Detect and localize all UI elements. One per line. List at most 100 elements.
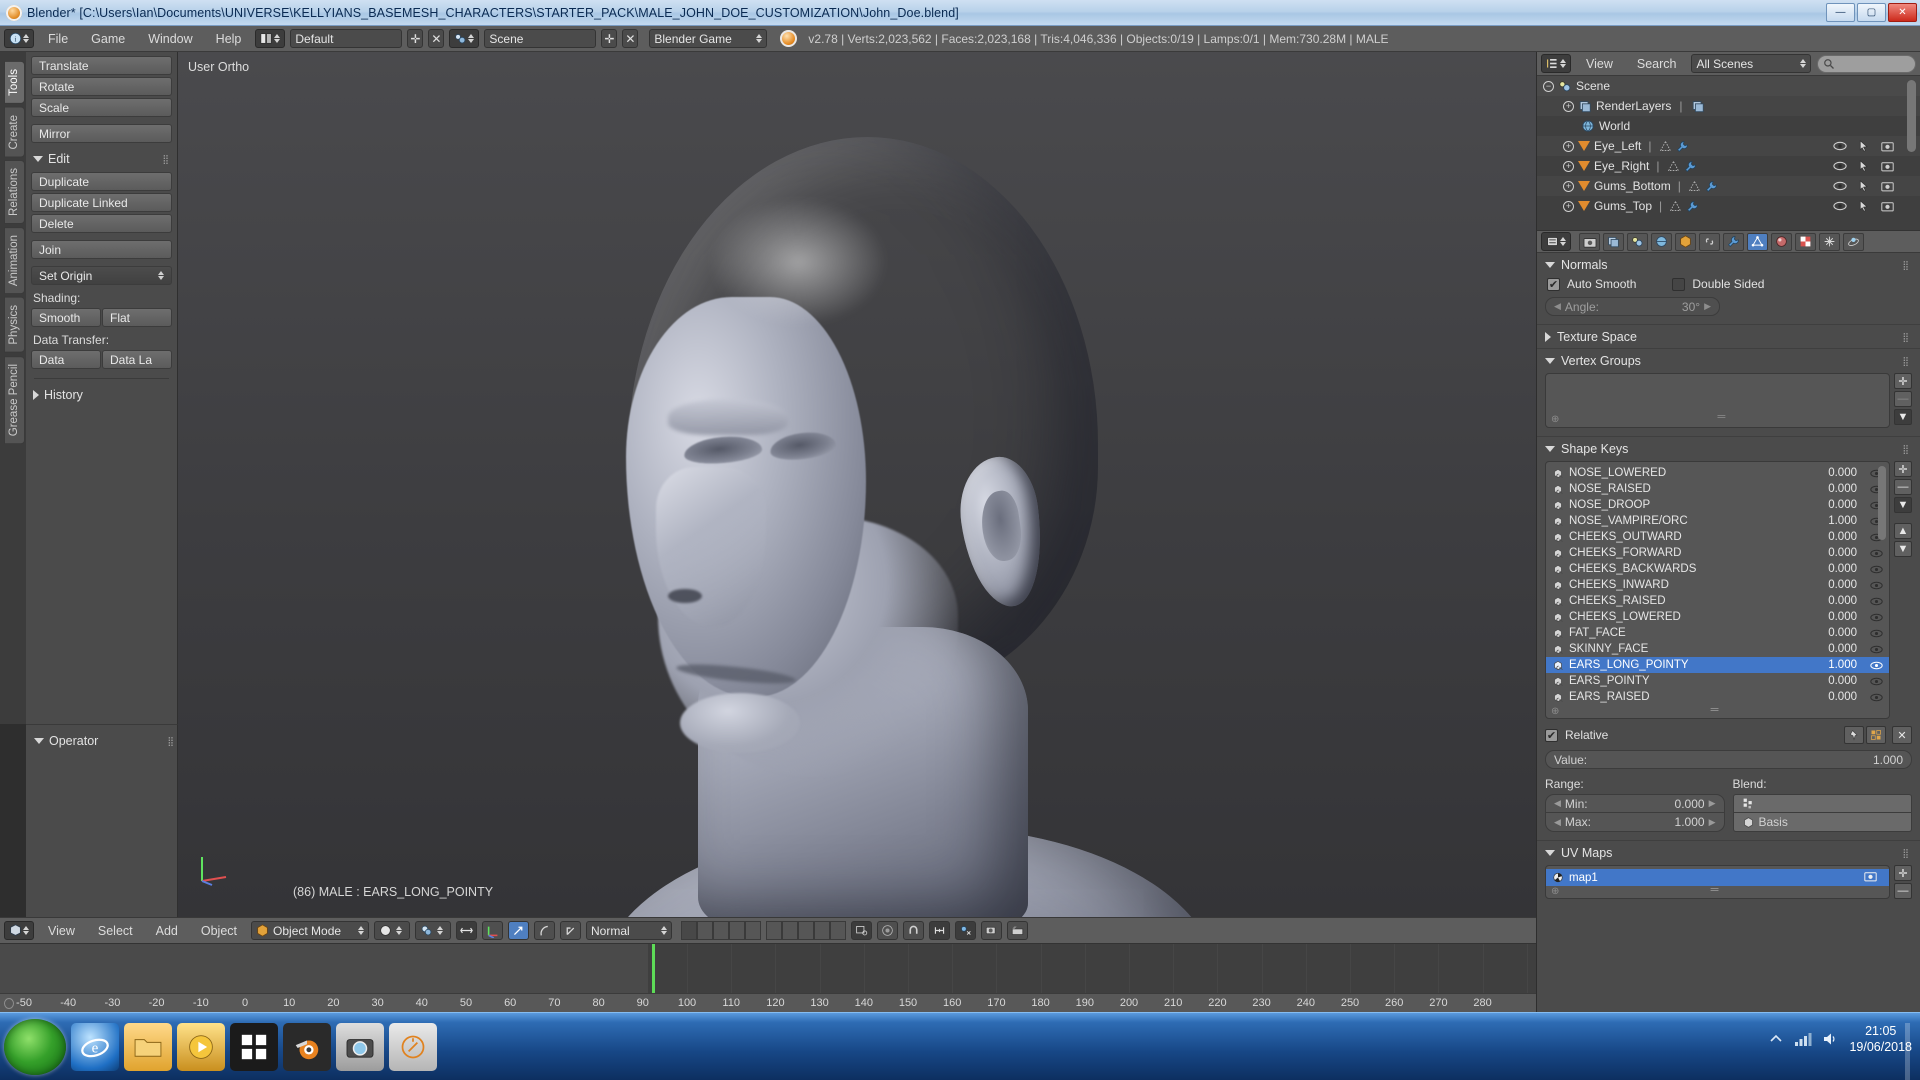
camera-icon[interactable] [1864, 870, 1877, 882]
eye-icon[interactable] [1870, 644, 1883, 655]
outliner-row-toggles[interactable] [1833, 140, 1894, 152]
outliner-row-toggles[interactable] [1833, 160, 1894, 172]
vertex-groups-list[interactable]: ⊕ ═ [1545, 373, 1890, 428]
menu-file[interactable]: File [39, 30, 77, 48]
blend-vertex-group-field[interactable] [1732, 794, 1912, 813]
taskbar-camera-app-icon[interactable] [336, 1022, 384, 1071]
eye-icon[interactable] [1833, 200, 1847, 212]
taskbar-internet-explorer-icon[interactable]: e [71, 1022, 119, 1071]
normals-panel-header[interactable]: Normals ⣿ [1545, 258, 1912, 272]
shape-key-row[interactable]: CHEEKS_BACKWARDS 0.000 [1546, 561, 1889, 577]
shape-key-row[interactable]: EARS_POINTY 0.000 [1546, 673, 1889, 689]
snap-target-dropdown[interactable] [929, 921, 951, 940]
flat-button[interactable]: Flat [102, 308, 172, 327]
shape-keys-panel-header[interactable]: Shape Keys ⣿ [1545, 442, 1912, 456]
opengl-render-animation-button[interactable] [1007, 921, 1029, 940]
outliner-menu-search[interactable]: Search [1628, 55, 1686, 73]
tab-create[interactable]: Create [4, 106, 25, 158]
opengl-render-image-button[interactable] [981, 921, 1003, 940]
outliner-row-toggles[interactable] [1833, 180, 1894, 192]
editor-type-selector-3dview[interactable] [4, 921, 34, 940]
properties-tab-object-data[interactable] [1747, 232, 1768, 251]
eye-icon[interactable] [1870, 548, 1883, 559]
layer-cell[interactable] [729, 921, 746, 940]
outliner-row-renderlayers[interactable]: + RenderLayers | [1537, 96, 1920, 116]
set-origin-dropdown[interactable]: Set Origin [31, 266, 172, 285]
taskbar-clock[interactable]: 21:05 19/06/2018 [1849, 1023, 1912, 1055]
volume-icon[interactable] [1822, 1031, 1839, 1047]
shape-key-row[interactable]: CHEEKS_RAISED 0.000 [1546, 593, 1889, 609]
remove-shape-key-button[interactable]: — [1894, 479, 1912, 495]
rotate-button[interactable]: Rotate [31, 77, 172, 96]
expand-icon[interactable]: + [1563, 200, 1574, 212]
uv-maps-list[interactable]: map1 ⊕ ═ [1545, 865, 1890, 899]
expand-icon[interactable]: + [1563, 100, 1574, 112]
properties-tab-constraints[interactable] [1699, 232, 1720, 251]
tab-tools[interactable]: Tools [4, 61, 25, 104]
lock-camera-button[interactable] [851, 921, 873, 940]
clear-shape-keys-button[interactable]: ✕ [1892, 726, 1912, 744]
outliner-row-toggles[interactable] [1833, 200, 1894, 212]
interaction-mode-dropdown[interactable]: Object Mode [251, 921, 370, 940]
remove-vertex-group-button[interactable]: — [1894, 391, 1912, 407]
outliner-row-gums-bottom[interactable]: + Gums_Bottom | [1537, 176, 1920, 196]
shape-key-row[interactable]: CHEEKS_INWARD 0.000 [1546, 577, 1889, 593]
add-scene-button[interactable]: ✛ [601, 29, 618, 48]
add-row-icon[interactable]: ⊕ [1551, 706, 1559, 717]
add-screen-layout-button[interactable]: ✛ [407, 29, 424, 48]
collapse-icon[interactable]: − [1543, 80, 1554, 92]
viewport-menu-view[interactable]: View [39, 922, 84, 940]
proportional-edit-button[interactable] [877, 921, 899, 940]
layer-grid-row1[interactable] [681, 921, 762, 940]
properties-tab-scene[interactable] [1627, 232, 1648, 251]
translate-button[interactable]: Translate [31, 56, 172, 75]
shape-key-row[interactable]: NOSE_RAISED 0.000 [1546, 481, 1889, 497]
layer-cell[interactable] [814, 921, 831, 940]
blend-relative-key-field[interactable]: Basis [1732, 813, 1912, 832]
eye-icon[interactable] [1870, 692, 1883, 703]
transform-orientation-dropdown[interactable]: Normal [586, 921, 673, 940]
move-shape-key-up-button[interactable]: ▲ [1894, 523, 1912, 539]
shape-key-row[interactable]: NOSE_VAMPIRE/ORC 1.000 [1546, 513, 1889, 529]
viewport-3d[interactable]: User Ortho (86) MALE : EARS_LONG_POINTY [178, 52, 1536, 917]
pivot-align-toggle[interactable] [456, 921, 478, 940]
tab-animation[interactable]: Animation [4, 227, 25, 295]
eye-icon[interactable] [1870, 580, 1883, 591]
expand-icon[interactable]: + [1563, 140, 1574, 152]
pivot-point-dropdown[interactable] [415, 921, 452, 940]
shape-key-row[interactable]: EARS_RAISED 0.000 [1546, 689, 1889, 705]
operator-section-header[interactable]: Operator ⣿ [34, 734, 177, 748]
shape-key-row[interactable]: NOSE_LOWERED 0.000 [1546, 465, 1889, 481]
double-sided-checkbox[interactable]: Double Sided [1672, 277, 1764, 291]
shape-key-value-field[interactable]: Value: 1.000 [1545, 750, 1912, 769]
scale-manipulator-button[interactable] [560, 921, 582, 940]
tab-grease-pencil[interactable]: Grease Pencil [4, 356, 25, 445]
cursor-icon[interactable] [1858, 200, 1870, 212]
eye-icon[interactable] [1833, 140, 1847, 152]
viewport-menu-select[interactable]: Select [89, 922, 142, 940]
shape-key-row[interactable]: NOSE_DROOP 0.000 [1546, 497, 1889, 513]
outliner-row-eye-right[interactable]: + Eye_Right | [1537, 156, 1920, 176]
shape-keys-list[interactable]: ⊕ ═ NOSE_LOWERED 0.000 NOSE_RAISED 0.000 NOS… [1545, 461, 1890, 719]
resize-grip-icon[interactable]: ═ [1711, 704, 1719, 716]
taskbar-file-explorer-icon[interactable] [124, 1022, 172, 1071]
snap-element-dropdown[interactable] [955, 921, 977, 940]
outliner-search-input[interactable] [1817, 54, 1916, 73]
scene-field[interactable]: Scene [484, 29, 597, 48]
taskbar-app-squares-icon[interactable] [230, 1022, 278, 1071]
properties-tab-texture[interactable] [1795, 232, 1816, 251]
outliner-scrollbar[interactable] [1907, 80, 1916, 152]
shape-key-row[interactable]: CHEEKS_OUTWARD 0.000 [1546, 529, 1889, 545]
editor-type-selector-outliner[interactable] [1541, 54, 1571, 73]
outliner-row-gums-top[interactable]: + Gums_Top | [1537, 196, 1920, 216]
taskbar-blender-icon[interactable] [283, 1022, 331, 1071]
add-row-icon[interactable]: ⊕ [1551, 414, 1559, 425]
timeline-ruler[interactable]: -50 -40 -30 -20 -10 0 10 20 30 40 50 60 70 80 90 100 110… [0, 993, 1536, 1012]
smooth-button[interactable]: Smooth [31, 308, 101, 327]
shape-key-row[interactable]: FAT_FACE 0.000 [1546, 625, 1889, 641]
checkbox-checked-icon[interactable]: ✔ [1545, 728, 1558, 742]
shape-key-row[interactable]: CHEEKS_FORWARD 0.000 [1546, 545, 1889, 561]
translate-manipulator-button[interactable] [508, 921, 530, 940]
scale-button[interactable]: Scale [31, 98, 172, 117]
texture-space-panel-header[interactable]: Texture Space ⣿ [1545, 330, 1912, 344]
